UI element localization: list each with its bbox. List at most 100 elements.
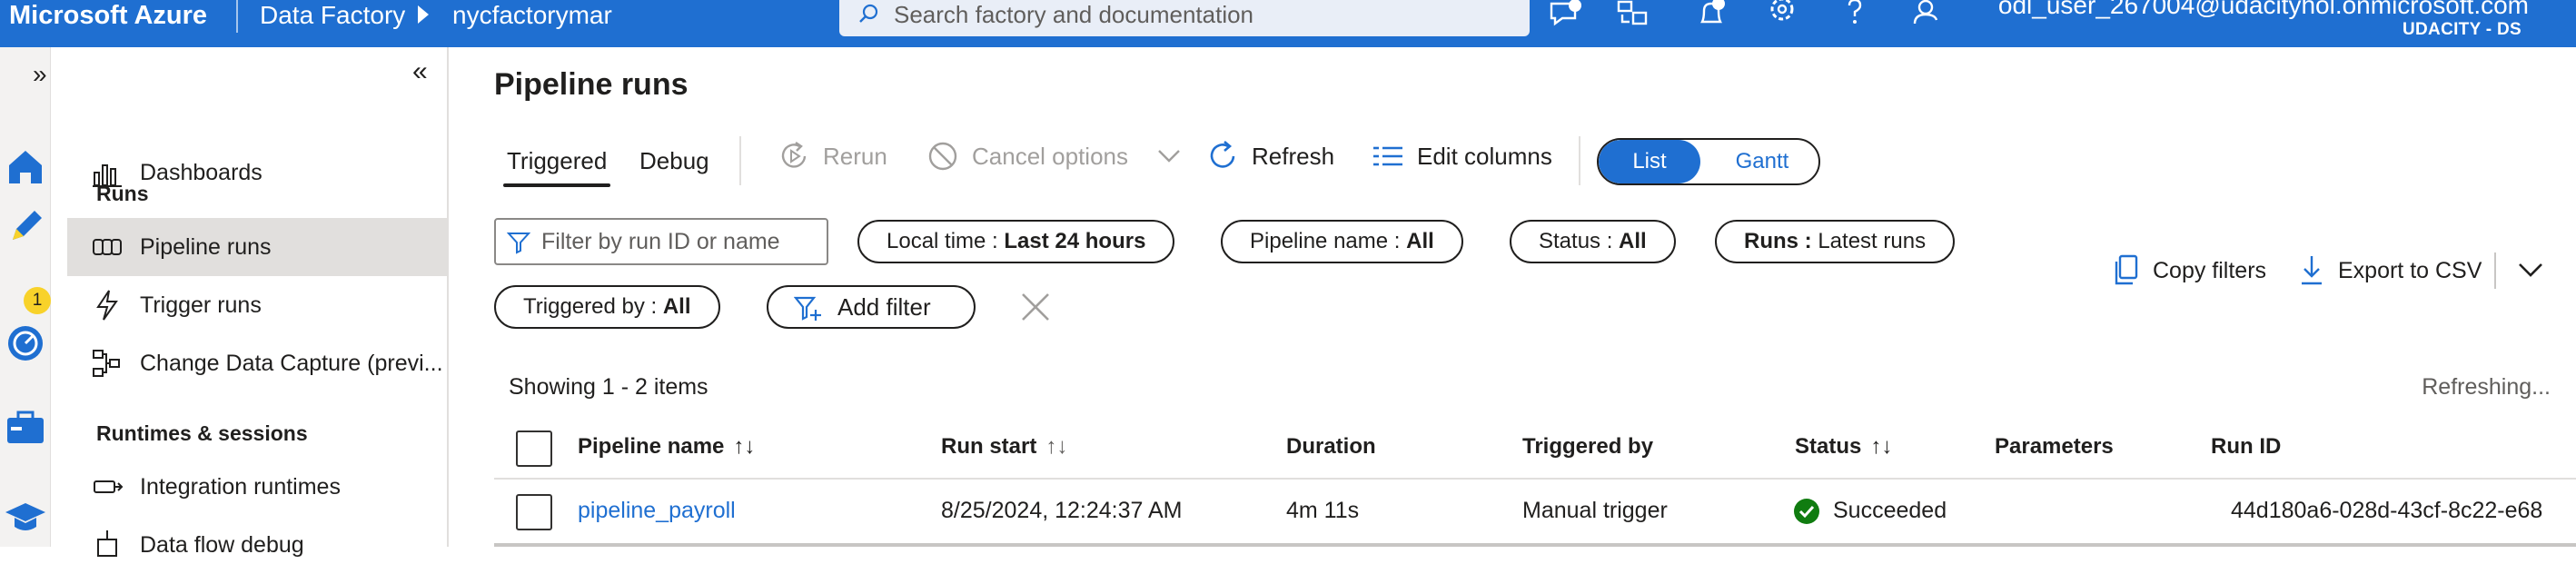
add-filter-button[interactable]: Add filter xyxy=(767,285,976,329)
rerun-icon xyxy=(781,142,807,168)
feedback-icon[interactable] xyxy=(1544,0,1584,36)
sort-icon[interactable]: ↑↓ xyxy=(1870,434,1892,459)
search-icon xyxy=(859,4,878,23)
refresh-status: Refreshing... xyxy=(2422,374,2551,400)
toolbar-divider xyxy=(1579,136,1580,185)
run-id-cell: 44d180a6-028d-43cf-8c22-e68 xyxy=(2231,498,2543,523)
filter-pill-value: All xyxy=(662,294,691,319)
notifications-icon[interactable] xyxy=(1691,0,1731,36)
manage-icon[interactable] xyxy=(0,401,51,452)
refresh-icon xyxy=(1210,141,1235,168)
filter-pill-label: Triggered by : xyxy=(523,294,663,319)
filter-pill-local-time[interactable]: Local time : Last 24 hours xyxy=(857,220,1175,263)
nav-section-runtimes: Runtimes & sessions xyxy=(96,421,308,445)
sort-icon[interactable]: ↑↓ xyxy=(1045,434,1067,459)
column-header-status[interactable]: Status ↑↓ xyxy=(1795,434,1892,460)
search-placeholder: Search factory and documentation xyxy=(894,1,1254,28)
expand-rail-icon[interactable]: » xyxy=(33,60,47,89)
nav-item-trigger-runs[interactable]: Trigger runs xyxy=(67,276,449,334)
row-divider xyxy=(494,543,2576,547)
switch-directory-icon[interactable] xyxy=(1613,0,1653,36)
row-checkbox[interactable] xyxy=(516,494,552,530)
edit-columns-icon xyxy=(1373,146,1402,166)
user-account-name[interactable]: odl_user_267004@udacityhol.onmicrosoft.c… xyxy=(1998,0,2529,20)
duration-cell: 4m 11s xyxy=(1286,498,1360,523)
status-cell: Succeeded xyxy=(1833,498,1947,523)
filter-pill-value: All xyxy=(1619,229,1647,253)
nav-label-data-flow-debug: Data flow debug xyxy=(140,532,304,558)
column-header-run-start[interactable]: Run start ↑↓ xyxy=(941,434,1067,460)
nav-label-trigger-runs: Trigger runs xyxy=(140,292,262,318)
filter-pill-triggered-by[interactable]: Triggered by : All xyxy=(494,285,720,329)
filter-pill-pipeline-name[interactable]: Pipeline name : All xyxy=(1221,220,1463,263)
succeeded-icon xyxy=(1794,499,1819,524)
nav-item-integration-runtimes[interactable]: Integration runtimes xyxy=(67,458,449,516)
run-start-cell: 8/25/2024, 12:24:37 AM xyxy=(941,498,1183,523)
main-content: Pipeline runs Triggered Debug Rerun Canc… xyxy=(472,47,2576,547)
chevron-down-icon xyxy=(1158,150,1180,163)
filter-pill-label: Local time : xyxy=(887,229,1005,253)
column-header-parameters: Parameters xyxy=(1995,434,2114,459)
column-header-triggered-by: Triggered by xyxy=(1522,434,1654,459)
column-header-run-id: Run ID xyxy=(2211,434,2282,459)
active-tab-indicator xyxy=(503,183,610,187)
edit-columns-label: Edit columns xyxy=(1417,143,1552,170)
filter-pill-status[interactable]: Status : All xyxy=(1510,220,1676,263)
filter-icon xyxy=(507,233,530,254)
download-icon xyxy=(2302,256,2322,285)
breadcrumb-data-factory[interactable]: Data Factory xyxy=(260,0,405,31)
brand-title[interactable]: Microsoft Azure xyxy=(9,0,207,31)
learning-center-icon[interactable] xyxy=(0,492,51,543)
pipeline-name-link[interactable]: pipeline_payroll xyxy=(578,498,736,524)
run-filter-input[interactable]: Filter by run ID or name xyxy=(494,218,828,265)
nav-section-runs: Runs xyxy=(96,182,149,205)
pipeline-runs-icon xyxy=(93,239,122,255)
refresh-label: Refresh xyxy=(1252,143,1335,170)
table-header-divider xyxy=(494,478,2576,480)
column-header-duration: Duration xyxy=(1286,434,1376,459)
filter-pill-label: Status : xyxy=(1539,229,1620,253)
settings-icon[interactable] xyxy=(1762,0,1802,36)
column-header-pipeline-name[interactable]: Pipeline name ↑↓ xyxy=(578,434,755,460)
integration-runtimes-icon xyxy=(94,480,124,493)
help-icon[interactable] xyxy=(1835,0,1875,36)
breadcrumb-factory-name[interactable]: nycfactorymar xyxy=(452,0,612,31)
list-view-option[interactable]: List xyxy=(1599,140,1700,183)
nav-label-change-data-capture: Change Data Capture (previ... xyxy=(140,351,443,376)
clear-filters-icon[interactable] xyxy=(1017,289,1054,325)
sort-icon[interactable]: ↑↓ xyxy=(733,434,755,459)
cancel-options-label: Cancel options xyxy=(972,143,1128,170)
top-bar: Microsoft Azure Data Factory nycfactorym… xyxy=(0,0,2576,47)
left-rail: » 1 xyxy=(0,47,51,547)
run-filter-placeholder: Filter by run ID or name xyxy=(541,229,780,254)
tab-triggered[interactable]: Triggered xyxy=(507,147,607,175)
collapse-nav-icon[interactable]: « xyxy=(412,56,428,87)
nav-item-data-flow-debug[interactable]: Data flow debug xyxy=(67,516,449,574)
export-csv-label: Export to CSV xyxy=(2338,258,2482,283)
rerun-label: Rerun xyxy=(823,143,887,170)
author-icon[interactable] xyxy=(0,202,51,252)
add-filter-icon xyxy=(794,296,821,321)
nav-item-change-data-capture[interactable]: Change Data Capture (previ... xyxy=(67,334,449,392)
gantt-view-option[interactable]: Gantt xyxy=(1706,140,1818,183)
trigger-runs-icon xyxy=(96,290,118,321)
copy-filters-label: Copy filters xyxy=(2153,258,2267,283)
tenant-name: UDACITY - DS xyxy=(2403,20,2522,39)
home-icon[interactable] xyxy=(0,142,51,193)
tab-debug[interactable]: Debug xyxy=(639,147,709,175)
nav-label-integration-runtimes: Integration runtimes xyxy=(140,474,341,500)
toolbar-divider xyxy=(739,136,741,185)
author-badge: 1 xyxy=(24,287,51,314)
monitor-icon[interactable] xyxy=(0,318,51,369)
more-options-chevron-icon[interactable] xyxy=(2512,254,2549,287)
nav-item-pipeline-runs[interactable]: Pipeline runs xyxy=(67,218,449,276)
filter-pill-runs[interactable]: Runs : Latest runs xyxy=(1715,220,1956,263)
page-title: Pipeline runs xyxy=(494,67,689,102)
export-divider xyxy=(2494,252,2496,289)
filter-pill-label: Pipeline name : xyxy=(1250,229,1407,253)
account-feedback-icon[interactable] xyxy=(1907,0,1947,36)
filter-pill-label: Runs : xyxy=(1744,229,1818,253)
select-all-checkbox[interactable] xyxy=(516,430,552,467)
filter-pill-value: Latest runs xyxy=(1818,229,1927,253)
search-input[interactable]: Search factory and documentation xyxy=(839,0,1530,36)
